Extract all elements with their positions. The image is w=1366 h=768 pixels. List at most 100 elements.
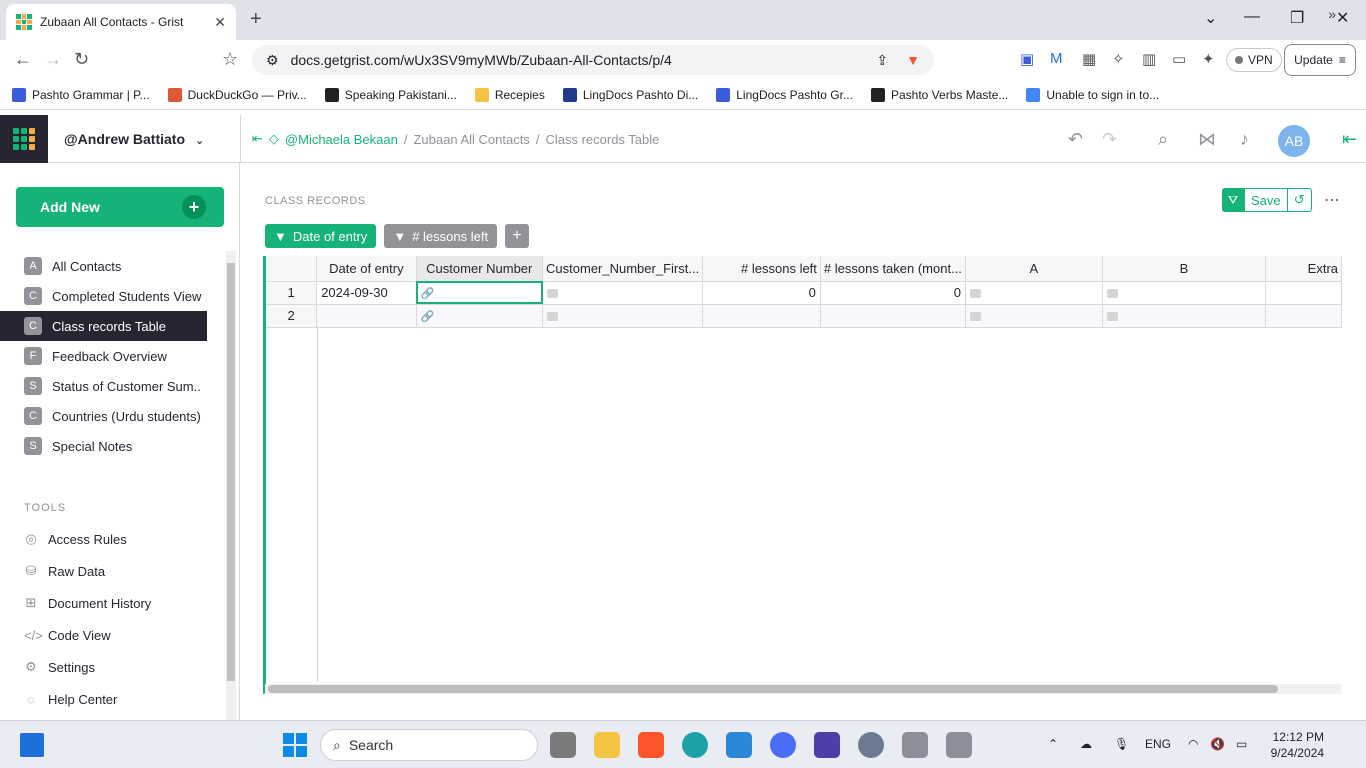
share-icon[interactable]: ⇪ — [876, 52, 888, 69]
grid-cell[interactable]: 0 — [820, 281, 966, 305]
grid-cell[interactable] — [542, 304, 704, 328]
wallet-icon[interactable]: ▭ — [1172, 50, 1186, 68]
close-window-button[interactable]: ✕ — [1336, 8, 1349, 28]
account-menu[interactable]: @Andrew Battiato ⌄ — [64, 131, 204, 147]
bookmark-item[interactable]: LingDocs Pashto Gr... — [716, 87, 853, 102]
save-button[interactable]: Save — [1244, 188, 1288, 212]
tab-search-chevron-icon[interactable]: ⌄ — [1204, 8, 1217, 28]
system-clock[interactable]: 12:12 PM 9/24/2024 — [1262, 729, 1324, 761]
minimize-button[interactable]: — — [1244, 8, 1260, 26]
grid-cell[interactable] — [316, 304, 417, 328]
grid-cell[interactable] — [1265, 281, 1342, 305]
tool-item[interactable]: </> Code View — [0, 619, 224, 651]
close-tab-icon[interactable]: ✕ — [214, 14, 226, 31]
column-header[interactable]: B — [1102, 256, 1267, 282]
redo-icon[interactable]: ↷ — [1102, 129, 1117, 150]
extension-icon[interactable]: ▦ — [1082, 50, 1096, 68]
column-header[interactable]: Extra — [1265, 256, 1342, 282]
left-panel-scrollbar[interactable] — [226, 251, 236, 720]
avatar[interactable]: AB — [1278, 125, 1310, 157]
page-item[interactable]: S Special Notes — [0, 431, 207, 461]
extensions-puzzle-icon[interactable]: ✧ — [1112, 50, 1125, 68]
bookmark-item[interactable]: Unable to sign in to... — [1026, 87, 1159, 102]
reload-button[interactable]: ↻ — [74, 49, 89, 70]
widgets-icon[interactable] — [20, 733, 44, 757]
page-item[interactable]: C Countries (Urdu students) — [0, 401, 207, 431]
column-header[interactable]: # lessons taken (mont... — [820, 256, 966, 282]
row-number[interactable]: 1 — [266, 281, 318, 305]
task-view-icon[interactable] — [550, 732, 576, 758]
extension-badge-icon[interactable]: ▣ — [1020, 50, 1034, 68]
update-button[interactable]: Update ≡ — [1284, 44, 1356, 76]
column-header[interactable]: # lessons left — [702, 256, 821, 282]
section-title[interactable]: CLASS RECORDS — [265, 195, 366, 207]
messaging-app-icon[interactable] — [770, 732, 796, 758]
notifications-bell-icon[interactable]: ♪ — [1240, 129, 1249, 150]
grid-cell[interactable]: 🔗 — [416, 304, 544, 328]
breadcrumb-workspace[interactable]: @Michaela Bekaan — [285, 132, 398, 147]
back-button[interactable]: ← — [14, 49, 32, 70]
filter-lessons-left[interactable]: ▼ # lessons left — [384, 224, 498, 248]
battery-icon[interactable]: ▭ — [1236, 737, 1247, 751]
grid-cell[interactable]: 2024-09-30 — [316, 281, 417, 305]
bookmark-item[interactable]: Pashto Grammar | P... — [12, 87, 150, 102]
row-number[interactable]: 2 — [266, 304, 318, 328]
grid-cell[interactable] — [1102, 281, 1267, 305]
column-header[interactable]: Customer_Number_First... — [542, 256, 704, 282]
new-tab-button[interactable]: + — [250, 8, 262, 31]
sort-filter-icon[interactable]: ⛛ — [1222, 188, 1244, 212]
add-new-button[interactable]: Add New + — [16, 187, 224, 227]
leo-ai-icon[interactable]: ✦ — [1202, 50, 1215, 68]
bookmark-item[interactable]: LingDocs Pashto Di... — [562, 87, 698, 102]
url-bar[interactable]: ⚙ docs.getgrist.com/wUx3SV9myMWb/Zubaan-… — [252, 45, 934, 75]
edge-browser-icon[interactable] — [682, 732, 708, 758]
tool-item[interactable]: ⚙ Settings — [0, 651, 224, 683]
tool-item[interactable]: ⊞ Document History — [0, 587, 224, 619]
start-button[interactable] — [283, 733, 307, 757]
brave-shields-icon[interactable]: ▼ — [906, 52, 920, 68]
horizontal-scrollbar[interactable] — [265, 684, 1341, 694]
app-icon[interactable] — [902, 732, 928, 758]
tool-item[interactable]: ⛁ Raw Data — [0, 555, 224, 587]
microphone-icon[interactable]: 🎙 — [1114, 737, 1129, 751]
site-settings-icon[interactable]: ⚙ — [266, 52, 279, 69]
app-icon[interactable] — [946, 732, 972, 758]
breadcrumb-doc[interactable]: Zubaan All Contacts — [413, 132, 529, 147]
sidebar-toggle-icon[interactable]: ▥ — [1142, 50, 1156, 68]
share-icon[interactable]: ⋈ — [1198, 129, 1216, 150]
column-header[interactable]: Date of entry — [316, 256, 417, 282]
bookmark-item[interactable]: Recepies — [474, 87, 545, 102]
grid-cell[interactable] — [1265, 304, 1342, 328]
grid-cell-selected[interactable]: 🔗 — [416, 281, 544, 305]
grid-cell[interactable] — [542, 281, 704, 305]
page-item[interactable]: C Class records Table — [0, 311, 207, 341]
page-item[interactable]: F Feedback Overview — [0, 341, 207, 371]
tool-item[interactable]: ◌ Help Center — [0, 683, 224, 715]
onedrive-cloud-icon[interactable]: ☁ — [1080, 737, 1092, 751]
add-filter-button[interactable]: + — [505, 224, 530, 248]
row-number-header[interactable] — [266, 256, 318, 282]
undo-icon[interactable]: ↶ — [1068, 129, 1083, 150]
app-icon[interactable] — [814, 732, 840, 758]
page-item[interactable]: S Status of Customer Sum... — [0, 371, 207, 401]
malwarebytes-icon[interactable]: M — [1050, 50, 1063, 67]
bookmarks-overflow-icon[interactable]: » — [1328, 6, 1336, 22]
brave-browser-icon[interactable] — [638, 732, 664, 758]
settings-app-icon[interactable] — [858, 732, 884, 758]
taskbar-search[interactable]: ⌕ Search — [320, 729, 538, 761]
bookmark-item[interactable]: Pashto Verbs Maste... — [870, 87, 1008, 102]
grid-cell[interactable] — [820, 304, 966, 328]
section-menu-icon[interactable]: ⋯ — [1324, 190, 1340, 210]
photos-icon[interactable] — [726, 732, 752, 758]
wifi-icon[interactable]: ◠ — [1188, 737, 1198, 751]
grid-cell[interactable] — [965, 304, 1103, 328]
column-header[interactable]: Customer Number — [416, 256, 544, 282]
file-explorer-icon[interactable] — [594, 732, 620, 758]
browser-tab[interactable]: Zubaan All Contacts - Grist ✕ — [6, 4, 236, 40]
tool-item[interactable]: ◎ Access Rules — [0, 523, 224, 555]
bookmark-page-icon[interactable]: ☆ — [222, 49, 238, 70]
grid-cell[interactable]: 0 — [702, 281, 821, 305]
bookmark-item[interactable]: Speaking Pakistani... — [324, 87, 457, 102]
restore-button[interactable]: ❐ — [1290, 8, 1304, 28]
language-indicator[interactable]: ENG — [1145, 737, 1171, 751]
